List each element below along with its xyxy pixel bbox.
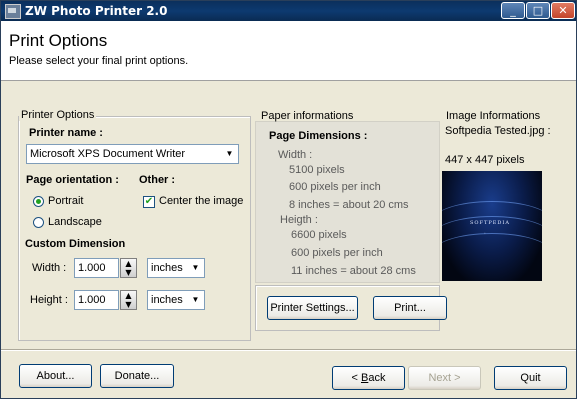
paper-height-inches: 11 inches = about 28 cms [291, 265, 416, 277]
minimize-button[interactable]: _ [501, 2, 525, 19]
paper-width-label: Width : [278, 149, 313, 161]
title-bar[interactable]: ZW Photo Printer 2.0 _ □ ✕ [1, 1, 576, 21]
width-unit-value: inches [151, 262, 183, 274]
page-dimensions-label: Page Dimensions : [269, 130, 368, 142]
height-field[interactable]: 1.000 [74, 290, 119, 310]
chevron-down-icon[interactable]: ▼ [188, 292, 203, 307]
printer-name-label: Printer name : [29, 127, 103, 139]
chevron-down-icon[interactable]: ▼ [222, 146, 237, 161]
quit-button[interactable]: Quit [494, 366, 567, 390]
orientation-label: Page orientation : [26, 174, 119, 186]
landscape-label[interactable]: Landscape [48, 216, 102, 228]
paper-height-label: Heigth : [280, 214, 318, 226]
app-icon [5, 4, 21, 19]
paper-info-label: Paper informations [261, 110, 354, 122]
printer-settings-button[interactable]: Printer Settings... [267, 296, 358, 320]
image-filename: Softpedia Tested.jpg : [445, 125, 551, 137]
window-title: ZW Photo Printer 2.0 [25, 4, 168, 18]
donate-button[interactable]: Donate... [100, 364, 174, 388]
image-size: 447 x 447 pixels [445, 154, 525, 166]
paper-height-pixels: 6600 pixels [291, 229, 347, 241]
width-value: 1.000 [78, 262, 106, 274]
preview-wave [442, 233, 542, 274]
page-title: Print Options [9, 31, 108, 50]
paper-width-inches: 8 inches = about 20 cms [289, 199, 409, 211]
paper-width-ppi: 600 pixels per inch [289, 181, 381, 193]
portrait-label[interactable]: Portrait [48, 195, 83, 207]
back-button-label: ack [368, 372, 386, 384]
preview-logo-text: SOFTPEDIA [470, 220, 510, 226]
height-value: 1.000 [78, 294, 106, 306]
preview-dot: • [484, 231, 486, 235]
header-panel: Print Options Please select your final p… [1, 21, 576, 81]
height-unit-value: inches [151, 294, 183, 306]
other-label: Other : [139, 174, 176, 186]
center-image-checkbox[interactable]: ✔ [143, 196, 155, 208]
height-stepper[interactable]: ▲ ▼ [120, 290, 137, 310]
portrait-radio[interactable] [33, 196, 44, 207]
width-stepper[interactable]: ▲ ▼ [120, 258, 137, 278]
width-unit-select[interactable]: inches ▼ [147, 258, 205, 278]
width-field[interactable]: 1.000 [74, 258, 119, 278]
maximize-button[interactable]: □ [526, 2, 550, 19]
paper-height-ppi: 600 pixels per inch [291, 247, 383, 259]
height-unit-select[interactable]: inches ▼ [147, 290, 205, 310]
footer-divider-highlight [1, 350, 576, 351]
close-button[interactable]: ✕ [551, 2, 575, 19]
printer-options-label: Printer Options [19, 109, 97, 121]
height-label: Height : [30, 294, 68, 306]
app-window: ZW Photo Printer 2.0 _ □ ✕ Print Options… [0, 0, 577, 399]
about-button[interactable]: About... [19, 364, 92, 388]
page-subtitle: Please select your final print options. [9, 55, 189, 67]
printer-select-value: Microsoft XPS Document Writer [30, 148, 186, 160]
image-info-label: Image Informations [446, 110, 541, 122]
print-button[interactable]: Print... [373, 296, 447, 320]
custom-dimension-label: Custom Dimension [25, 238, 126, 250]
chevron-down-icon[interactable]: ▼ [188, 260, 203, 275]
next-button: Next > [408, 366, 481, 390]
landscape-radio[interactable] [33, 217, 44, 228]
width-label: Width : [32, 262, 67, 274]
paper-width-pixels: 5100 pixels [289, 164, 345, 176]
center-image-label[interactable]: Center the image [159, 195, 243, 207]
image-preview: SOFTPEDIA • [442, 171, 542, 281]
back-button[interactable]: < Back [332, 366, 405, 390]
printer-select[interactable]: Microsoft XPS Document Writer ▼ [26, 144, 239, 164]
